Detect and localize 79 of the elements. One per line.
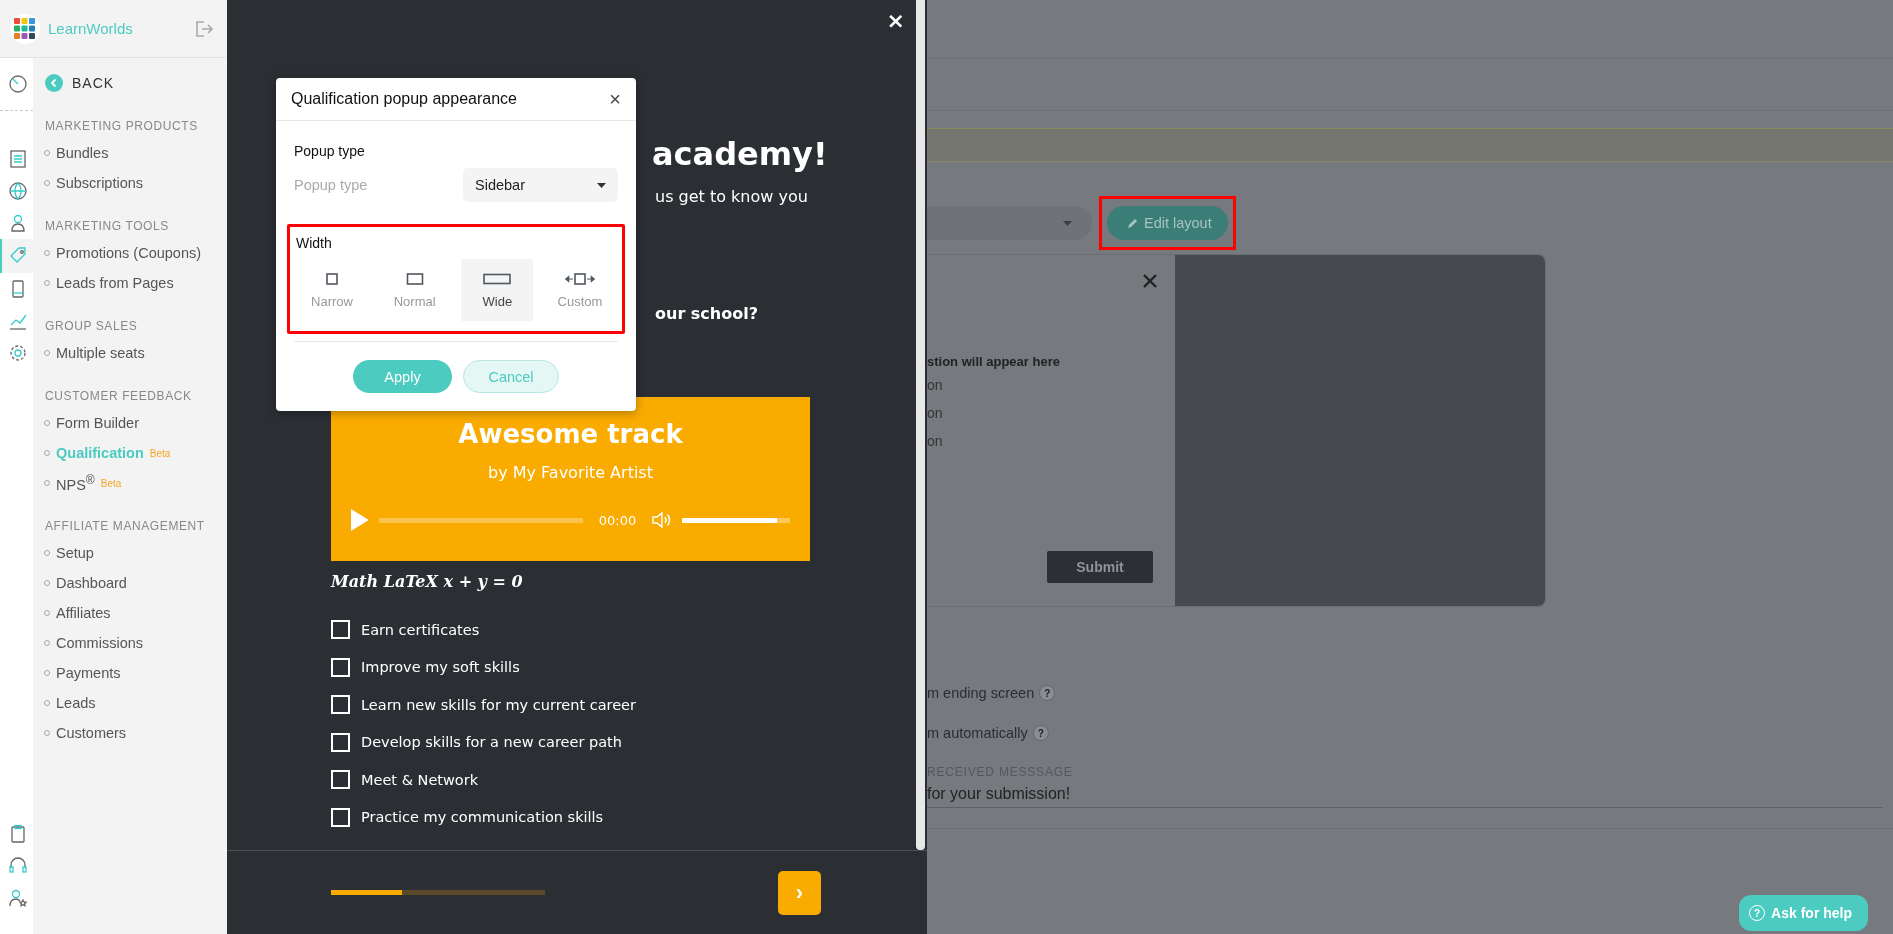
nav-item[interactable]: Promotions (Coupons) bbox=[56, 245, 202, 261]
checkbox[interactable] bbox=[331, 770, 350, 790]
gear-icon bbox=[7, 343, 28, 363]
option-label: Practice my communication skills bbox=[361, 809, 604, 826]
close-button[interactable]: × bbox=[886, 8, 905, 33]
option-label: on bbox=[927, 376, 944, 395]
message-field[interactable]: for your submission! bbox=[927, 779, 1883, 808]
width-option[interactable]: Wide bbox=[461, 259, 534, 321]
setting-label: m automatically bbox=[927, 725, 1028, 741]
nav-section-title: GROUP SALES bbox=[45, 318, 139, 335]
nav-item[interactable]: NPS$^{®}$ bbox=[56, 473, 95, 493]
pencil-icon bbox=[1127, 217, 1139, 229]
math-formula: Math LaTeX x + y = 0 bbox=[331, 571, 524, 593]
nav-section-title: CUSTOMER FEEDBACK bbox=[45, 388, 193, 405]
close-icon[interactable] bbox=[1143, 274, 1157, 288]
option-label: Meet & Network bbox=[361, 771, 479, 788]
nav-item[interactable]: Affiliates bbox=[56, 605, 111, 621]
volume-icon[interactable] bbox=[652, 511, 673, 529]
survey-heading: academy! bbox=[652, 134, 829, 175]
option-label: on bbox=[927, 404, 944, 423]
nav-item[interactable]: Leads bbox=[56, 695, 96, 711]
pages-icon bbox=[7, 149, 28, 169]
nav-item[interactable]: Bundles bbox=[56, 145, 109, 161]
scrollbar[interactable] bbox=[916, 0, 925, 850]
globe-icon bbox=[7, 181, 28, 201]
popup-type-select[interactable]: Sidebar bbox=[463, 168, 618, 202]
brand-name: LearnWorlds bbox=[48, 20, 134, 37]
nav-item[interactable]: Customers bbox=[56, 725, 127, 741]
option-label: Learn new skills for my current career bbox=[361, 696, 636, 713]
section-title: Width bbox=[296, 235, 333, 251]
nav-item[interactable]: Leads from Pages bbox=[56, 275, 174, 291]
track-artist: by My Favorite Artist bbox=[488, 463, 653, 482]
checkbox[interactable] bbox=[331, 657, 350, 677]
section-title: Popup type bbox=[294, 143, 366, 159]
option-label: Develop skills for a new career path bbox=[361, 734, 622, 751]
nav-item[interactable]: Multiple seats bbox=[56, 345, 145, 361]
gauge-icon bbox=[7, 74, 28, 94]
checkbox[interactable] bbox=[331, 732, 350, 752]
help-icon[interactable]: ? bbox=[1039, 685, 1056, 701]
option-label: on bbox=[927, 432, 944, 451]
question-text: our school? bbox=[655, 303, 759, 325]
checkbox[interactable] bbox=[331, 620, 350, 640]
user-star-icon[interactable] bbox=[7, 888, 28, 908]
headset-icon[interactable] bbox=[7, 856, 28, 876]
submit-button[interactable]: Submit bbox=[1047, 551, 1153, 583]
option-label: Earn certificates bbox=[361, 621, 480, 638]
nav-item[interactable]: Form Builder bbox=[56, 415, 139, 431]
rectangle-icon bbox=[482, 271, 513, 286]
caret-icon bbox=[597, 182, 606, 188]
nav-item[interactable]: Dashboard bbox=[56, 575, 127, 591]
select-field[interactable] bbox=[927, 206, 1092, 240]
nav-item[interactable]: Commissions bbox=[56, 635, 143, 651]
nav-section-title: MARKETING TOOLS bbox=[45, 218, 170, 235]
survey-subtitle: us get to know you bbox=[655, 186, 809, 208]
logout-icon[interactable] bbox=[195, 20, 213, 37]
checkbox[interactable] bbox=[331, 807, 350, 827]
setting-label: m ending screen bbox=[927, 685, 1035, 701]
help-icon[interactable]: ? bbox=[1032, 725, 1049, 741]
nav-section-title: MARKETING PRODUCTS bbox=[45, 118, 199, 135]
dialog-title: Qualification popup appearance bbox=[291, 90, 517, 108]
question-text: stion will appear here bbox=[927, 353, 1061, 371]
nav-section-title: AFFILIATE MANAGEMENT bbox=[45, 518, 206, 535]
beta-label: Beta bbox=[149, 447, 171, 459]
caret-icon bbox=[1063, 220, 1072, 226]
track-title: Awesome track bbox=[458, 418, 683, 451]
close-button[interactable]: × bbox=[609, 87, 621, 111]
back-link[interactable]: BACK bbox=[45, 68, 227, 98]
nav-item[interactable]: Setup bbox=[56, 545, 94, 561]
beta-label: Beta bbox=[100, 477, 122, 489]
time-label: 00:00 bbox=[598, 512, 637, 528]
volume-slider[interactable] bbox=[682, 517, 790, 523]
nav-item[interactable]: Payments bbox=[56, 665, 121, 681]
play-icon[interactable] bbox=[351, 509, 369, 531]
logo-icon bbox=[10, 13, 40, 44]
nav-item[interactable]: Subscriptions bbox=[56, 175, 144, 191]
option-label: Improve my soft skills bbox=[361, 659, 520, 676]
checkbox[interactable] bbox=[331, 695, 350, 715]
resize-icon bbox=[564, 271, 595, 286]
field-label: Popup type bbox=[294, 177, 368, 193]
